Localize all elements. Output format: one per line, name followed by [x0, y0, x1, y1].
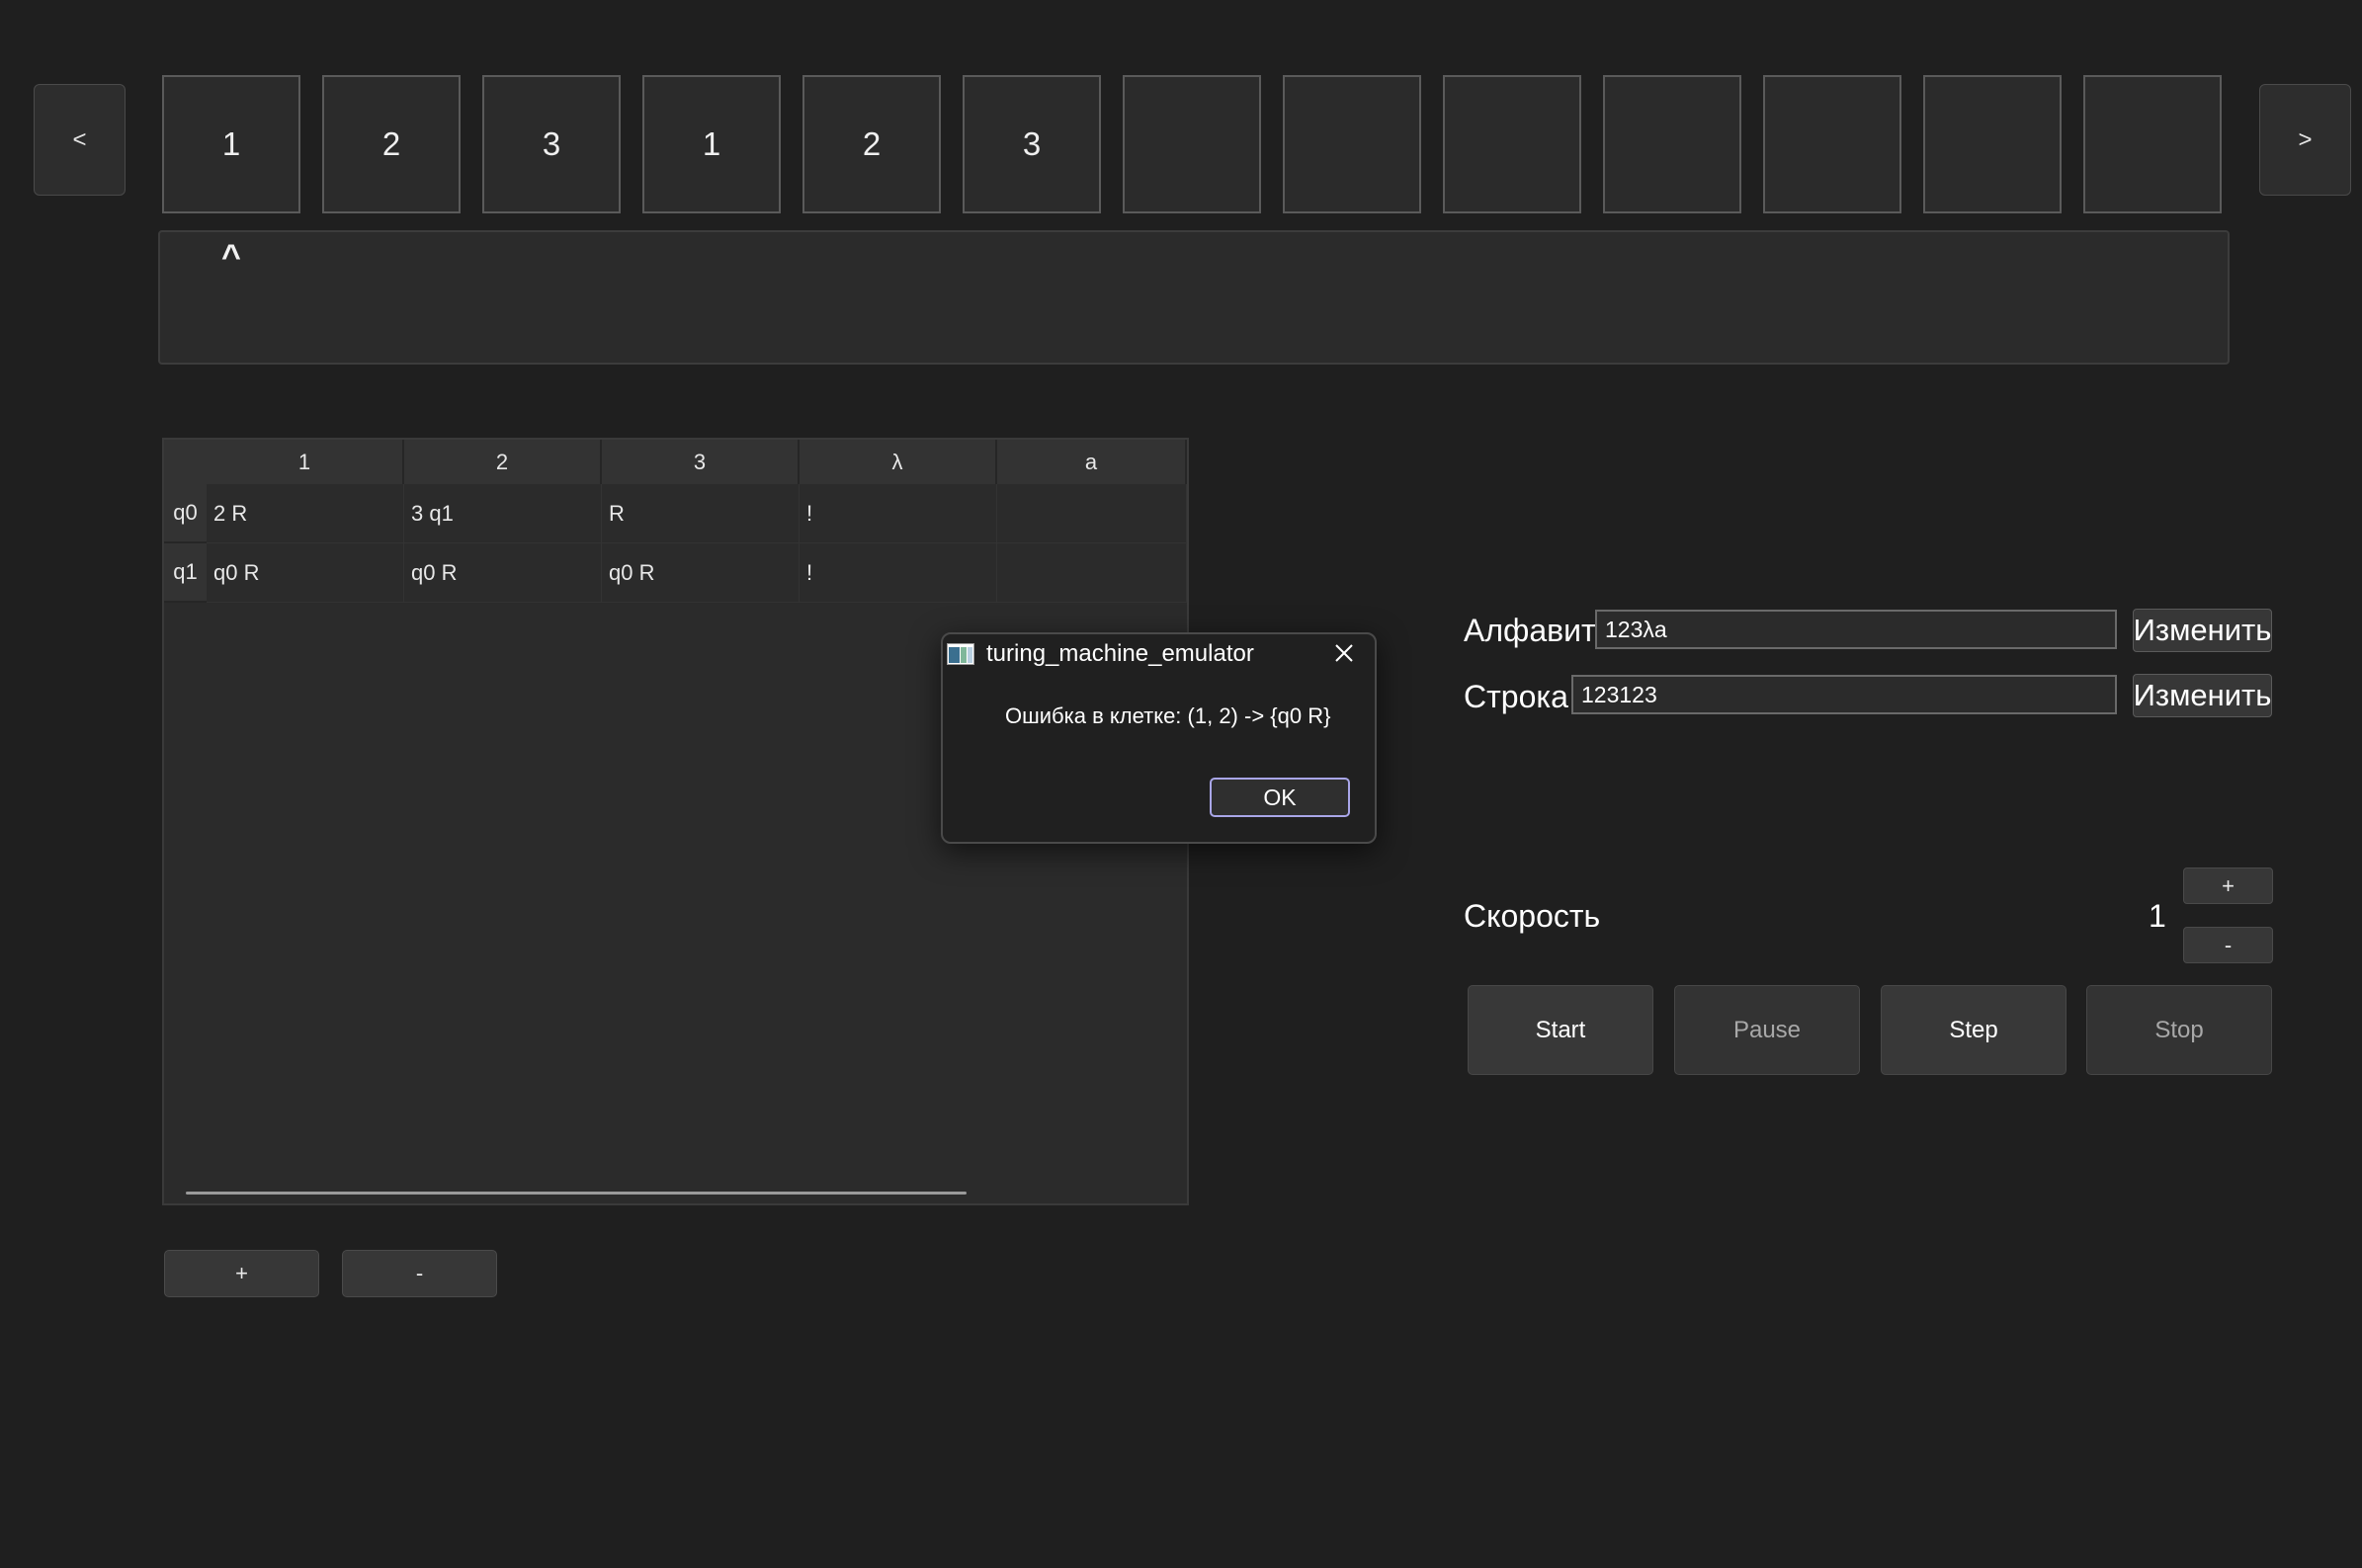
- string-input[interactable]: [1571, 675, 2117, 714]
- change-string-button[interactable]: Изменить: [2133, 674, 2272, 717]
- table-column-header[interactable]: 3: [602, 440, 800, 484]
- tape-cell: 2: [802, 75, 941, 213]
- tape-cell: [1123, 75, 1261, 213]
- tape-cell: 3: [482, 75, 621, 213]
- table-corner: [164, 440, 207, 484]
- tape-cell: [1923, 75, 2062, 213]
- tape-prev-button[interactable]: <: [34, 84, 126, 196]
- table-cell[interactable]: R: [602, 484, 800, 543]
- tape-cell: 1: [162, 75, 300, 213]
- tape-cell: [1603, 75, 1741, 213]
- speed-value: 1: [2149, 898, 2166, 934]
- tape-cell: 3: [963, 75, 1101, 213]
- app-window-icon: [947, 643, 974, 665]
- table-row-header[interactable]: q1: [164, 543, 207, 603]
- close-icon[interactable]: [1329, 638, 1359, 668]
- tape-cell: [1763, 75, 1901, 213]
- table-column-header[interactable]: 1: [207, 440, 404, 484]
- table-cell[interactable]: q0 R: [404, 543, 602, 603]
- tape-cell: [2083, 75, 2222, 213]
- speed-label: Скорость: [1464, 898, 1601, 934]
- tape-next-button[interactable]: >: [2259, 84, 2351, 196]
- pause-button[interactable]: Pause: [1674, 985, 1860, 1075]
- change-alphabet-button[interactable]: Изменить: [2133, 609, 2272, 652]
- table-cell[interactable]: !: [800, 543, 997, 603]
- ok-button[interactable]: OK: [1210, 778, 1350, 817]
- speed-increase-button[interactable]: +: [2183, 867, 2273, 904]
- table-cell[interactable]: 2 R: [207, 484, 404, 543]
- start-button[interactable]: Start: [1468, 985, 1653, 1075]
- table-cell[interactable]: [997, 484, 1187, 543]
- step-button[interactable]: Step: [1881, 985, 2067, 1075]
- tape-cell: 1: [642, 75, 781, 213]
- table-horizontal-scrollbar[interactable]: [186, 1192, 967, 1195]
- speed-decrease-button[interactable]: -: [2183, 927, 2273, 963]
- table-cell[interactable]: q0 R: [602, 543, 800, 603]
- head-marker: ^: [221, 238, 241, 276]
- table-cell[interactable]: !: [800, 484, 997, 543]
- table-row-header[interactable]: q0: [164, 484, 207, 543]
- tape-cell: [1443, 75, 1581, 213]
- alphabet-label: Алфавит: [1464, 613, 1596, 648]
- table-column-header[interactable]: a: [997, 440, 1187, 484]
- table-cell[interactable]: [997, 543, 1187, 603]
- table-cell[interactable]: 3 q1: [404, 484, 602, 543]
- stop-button[interactable]: Stop: [2086, 985, 2272, 1075]
- alphabet-input[interactable]: [1595, 610, 2117, 649]
- head-indicator-area: [158, 230, 2230, 365]
- string-label: Строка: [1464, 679, 1568, 714]
- table-column-header[interactable]: 2: [404, 440, 602, 484]
- table-cell[interactable]: q0 R: [207, 543, 404, 603]
- tape-cell: 2: [322, 75, 461, 213]
- dialog-message: Ошибка в клетке: (1, 2) -> {q0 R}: [1005, 703, 1331, 728]
- table-column-header[interactable]: λ: [800, 440, 997, 484]
- add-row-button[interactable]: +: [164, 1250, 319, 1297]
- tape-cell: [1283, 75, 1421, 213]
- remove-row-button[interactable]: -: [342, 1250, 497, 1297]
- dialog-title: turing_machine_emulator: [986, 640, 1254, 667]
